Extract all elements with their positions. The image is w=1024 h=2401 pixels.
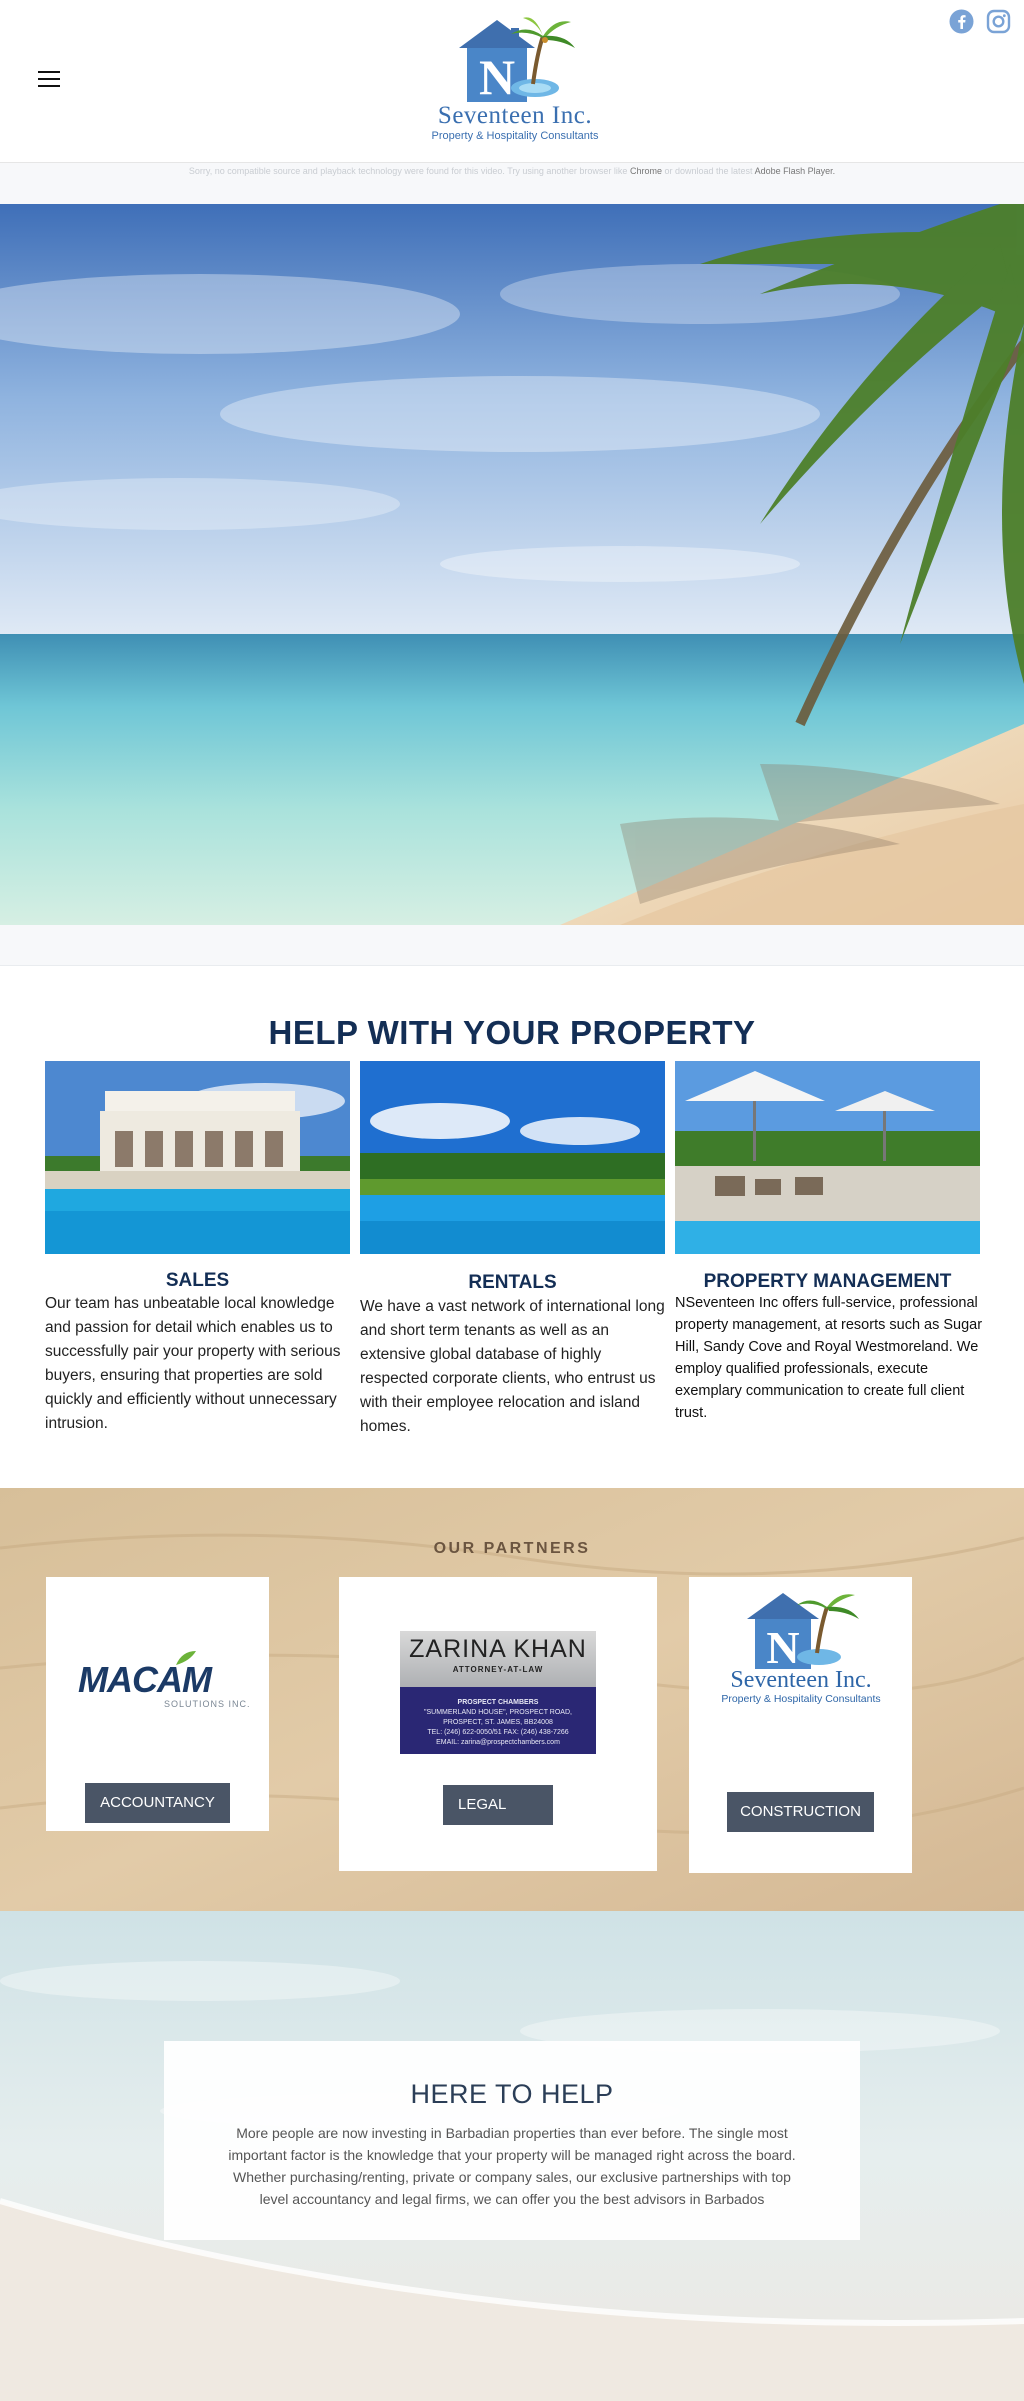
flash-text-middle: or download the latest: [664, 166, 753, 176]
chrome-link[interactable]: Chrome: [630, 166, 662, 176]
sales-title: SALES: [165, 1270, 230, 1291]
site-logo[interactable]: N Seventeen Inc. Property & Hospitality …: [415, 14, 615, 146]
rentals-text: We have a vast network of international …: [360, 1298, 665, 1435]
video-fallback-message: Sorry, no compatible source and playback…: [0, 166, 1024, 176]
macam-logo[interactable]: MACAM SOLUTIONS INC.: [78, 1649, 250, 1709]
menu-icon[interactable]: [38, 70, 60, 88]
logo-tagline: Property & Hospitality Consultants: [431, 130, 599, 142]
hero-beach-image: [0, 204, 1024, 925]
here-to-help-text: More people are now investing in Barbadi…: [228, 2125, 796, 2207]
rentals-image: [360, 1061, 665, 1254]
seventeen-partner-tagline: Property & Hospitality Consultants: [721, 1693, 881, 1705]
zarina-khan-name: ZARINA KHAN: [409, 1635, 587, 1663]
partner-card-zarina-khan: ZARINA KHAN ATTORNEY-AT-LAW PROSPECT CHA…: [339, 1577, 657, 1871]
partner-card-seventeen: N Seventeen Inc. Property & Hospitality …: [689, 1577, 912, 1873]
partner-card-macam: MACAM SOLUTIONS INC. ACCOUNTANCY: [46, 1577, 269, 1831]
instagram-icon[interactable]: [986, 9, 1011, 34]
zarina-khan-business-card[interactable]: ZARINA KHAN ATTORNEY-AT-LAW PROSPECT CHA…: [400, 1631, 596, 1754]
property-management-text: NSeventeen Inc offers full-service, prof…: [675, 1295, 983, 1421]
here-to-help-title: HERE TO HELP: [410, 2079, 614, 2109]
seventeen-partner-name: Seventeen Inc.: [730, 1667, 872, 1693]
legal-button[interactable]: LEGAL: [443, 1785, 553, 1825]
logo-name: Seventeen Inc.: [437, 102, 593, 129]
help-section-title: HELP WITH YOUR PROPERTY: [268, 1014, 756, 1051]
logo-house-palm-icon: N: [747, 1593, 859, 1673]
logo-house-palm-icon: N: [459, 17, 575, 105]
logo-initial: N: [479, 49, 515, 104]
zarina-line-2: "SUMMERLAND HOUSE", PROSPECT ROAD,: [424, 1709, 572, 1716]
macam-logo-sub: SOLUTIONS INC.: [164, 1699, 251, 1709]
adobe-flash-link[interactable]: Adobe Flash Player.: [755, 166, 836, 176]
here-to-help-box: HERE TO HELP More people are now investi…: [164, 2041, 860, 2240]
partners-title: OUR PARTNERS: [433, 1540, 591, 1557]
zarina-line-1: PROSPECT CHAMBERS: [457, 1699, 539, 1706]
zarina-line-3: PROSPECT, ST. JAMES, BB24008: [443, 1719, 553, 1726]
property-management-image: [675, 1061, 980, 1254]
flash-text-before: Sorry, no compatible source and playback…: [188, 166, 628, 176]
sales-image: [45, 1061, 350, 1254]
construction-button[interactable]: CONSTRUCTION: [727, 1792, 874, 1832]
zarina-line-4: TEL: (246) 622-0050/51 FAX: (246) 438-72…: [427, 1729, 569, 1736]
rentals-title: RENTALS: [468, 1272, 557, 1293]
property-management-title: PROPERTY MANAGEMENT: [703, 1271, 952, 1292]
facebook-icon[interactable]: [949, 9, 974, 34]
site-header: N Seventeen Inc. Property & Hospitality …: [0, 0, 1024, 163]
seventeen-partner-logo[interactable]: N Seventeen Inc. Property & Hospitality …: [703, 1587, 899, 1709]
accountancy-button[interactable]: ACCOUNTANCY: [85, 1783, 230, 1823]
zarina-khan-title: ATTORNEY-AT-LAW: [452, 1665, 544, 1674]
macam-leaf-icon: [176, 1651, 196, 1665]
sales-text: Our team has unbeatable local knowledge …: [45, 1295, 341, 1432]
logo-initial: N: [766, 1622, 799, 1671]
zarina-line-5: EMAIL: zarina@prospectchambers.com: [436, 1739, 560, 1746]
hero-gap: [0, 925, 1024, 966]
